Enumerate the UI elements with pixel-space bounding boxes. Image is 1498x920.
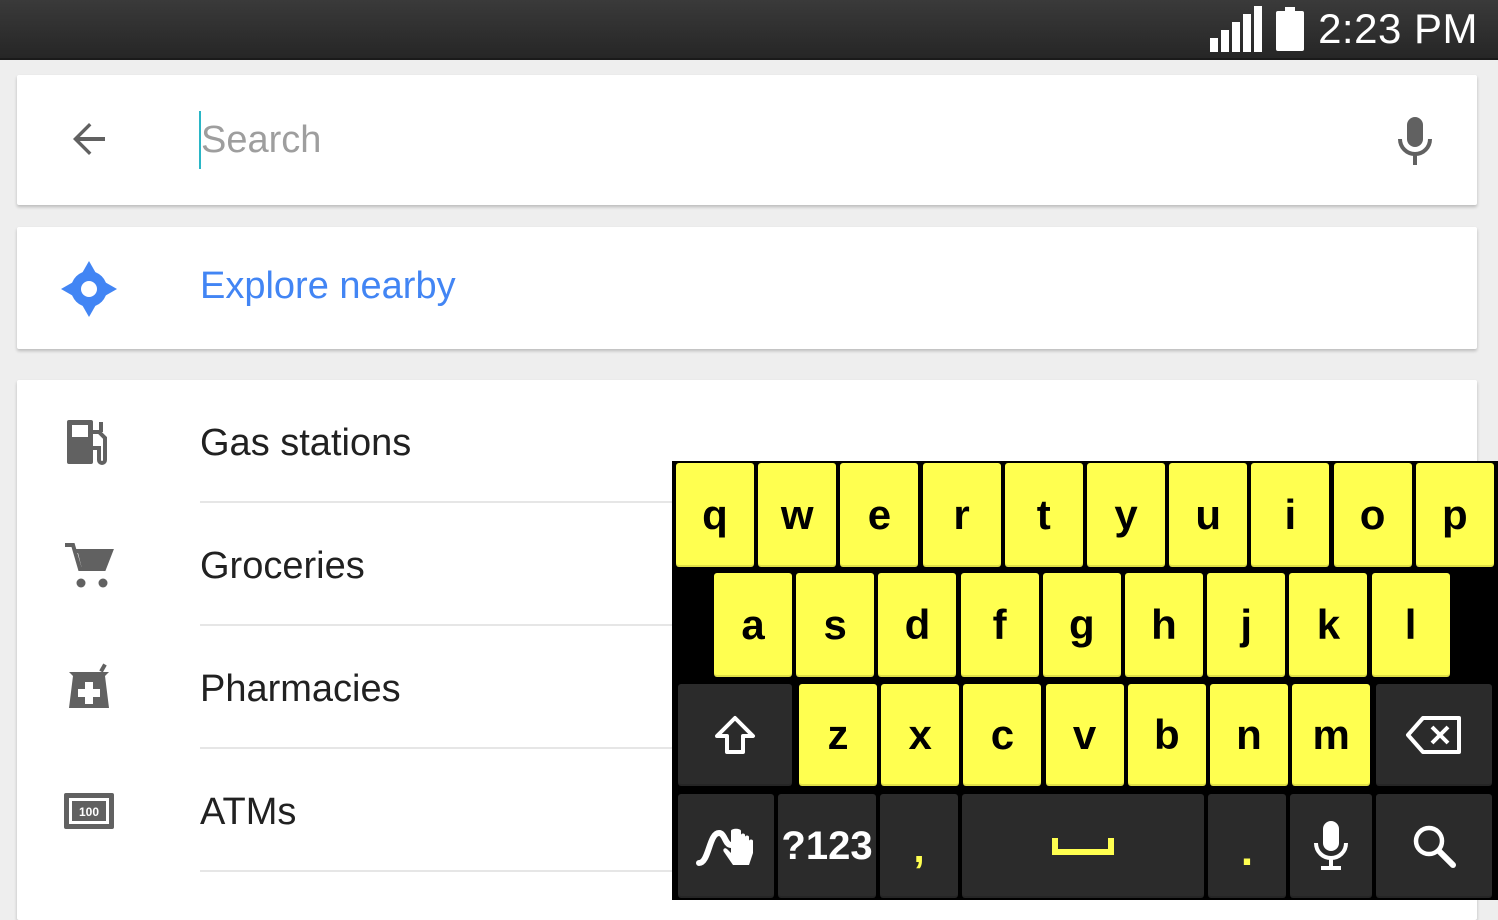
backspace-icon <box>1406 716 1461 754</box>
key-j[interactable]: j <box>1207 573 1286 677</box>
keyboard-mic-key[interactable] <box>1290 794 1372 898</box>
pharmacy-icon <box>69 663 109 708</box>
period-key[interactable]: . <box>1208 794 1286 898</box>
category-label: Gas stations <box>200 422 412 464</box>
key-f[interactable]: f <box>960 573 1039 677</box>
status-bar: 2:23 PM <box>0 0 1498 60</box>
category-label: Pharmacies <box>200 668 401 710</box>
key-c[interactable]: c <box>963 684 1042 786</box>
status-time: 2:23 PM <box>1318 5 1478 52</box>
keyboard-search-key[interactable] <box>1376 794 1492 898</box>
gas-station-icon <box>67 420 107 465</box>
explore-nearby-label: Explore nearby <box>200 265 456 307</box>
arrow-back-icon[interactable] <box>65 115 113 163</box>
shift-icon <box>715 716 755 754</box>
key-v[interactable]: v <box>1045 684 1124 786</box>
swype-icon <box>696 828 753 866</box>
shopping-cart-icon <box>65 543 114 588</box>
key-u[interactable]: u <box>1169 463 1248 567</box>
key-d[interactable]: d <box>878 573 957 677</box>
category-label: Groceries <box>200 545 365 587</box>
swype-key[interactable] <box>678 794 774 898</box>
key-t[interactable]: t <box>1004 463 1083 567</box>
symbols-key[interactable]: ?123 <box>778 794 876 898</box>
keyboard-mic-icon <box>1314 821 1348 870</box>
microphone-icon[interactable] <box>1393 115 1437 167</box>
space-key[interactable] <box>962 794 1204 898</box>
soft-keyboard: qwertyuiop asdfghjkl zxcvbnm ?123 , . <box>672 461 1498 900</box>
explore-nearby-item[interactable]: Explore nearby <box>17 227 1477 349</box>
key-m[interactable]: m <box>1292 684 1371 786</box>
category-label: ATMs <box>200 791 297 833</box>
key-p[interactable]: p <box>1415 463 1494 567</box>
atm-icon-text: 100 <box>79 805 99 819</box>
keyboard-search-icon <box>1413 825 1456 868</box>
key-o[interactable]: o <box>1333 463 1412 567</box>
key-h[interactable]: h <box>1125 573 1203 677</box>
key-z[interactable]: z <box>799 684 877 786</box>
search-input[interactable] <box>199 111 1351 169</box>
battery-icon <box>1276 7 1305 51</box>
key-x[interactable]: x <box>881 684 960 786</box>
key-r[interactable]: r <box>922 463 1001 567</box>
key-w[interactable]: w <box>758 463 837 567</box>
key-q[interactable]: q <box>676 463 754 567</box>
key-k[interactable]: k <box>1289 573 1368 677</box>
status-icons: 2:23 PM <box>1210 0 1478 58</box>
search-bar <box>17 75 1477 205</box>
atm-icon: 100 <box>64 793 114 829</box>
backspace-key[interactable] <box>1376 684 1492 786</box>
key-n[interactable]: n <box>1210 684 1288 786</box>
key-i[interactable]: i <box>1251 463 1330 567</box>
key-y[interactable]: y <box>1087 463 1165 567</box>
key-b[interactable]: b <box>1127 684 1206 786</box>
space-icon <box>1052 838 1114 855</box>
explore-compass-icon <box>61 261 117 317</box>
key-s[interactable]: s <box>796 573 875 677</box>
comma-key[interactable]: , <box>880 794 958 898</box>
shift-key[interactable] <box>678 684 792 786</box>
signal-icon <box>1210 6 1263 52</box>
key-e[interactable]: e <box>840 463 919 567</box>
key-g[interactable]: g <box>1042 573 1121 677</box>
key-a[interactable]: a <box>714 573 792 677</box>
key-l[interactable]: l <box>1371 573 1450 677</box>
